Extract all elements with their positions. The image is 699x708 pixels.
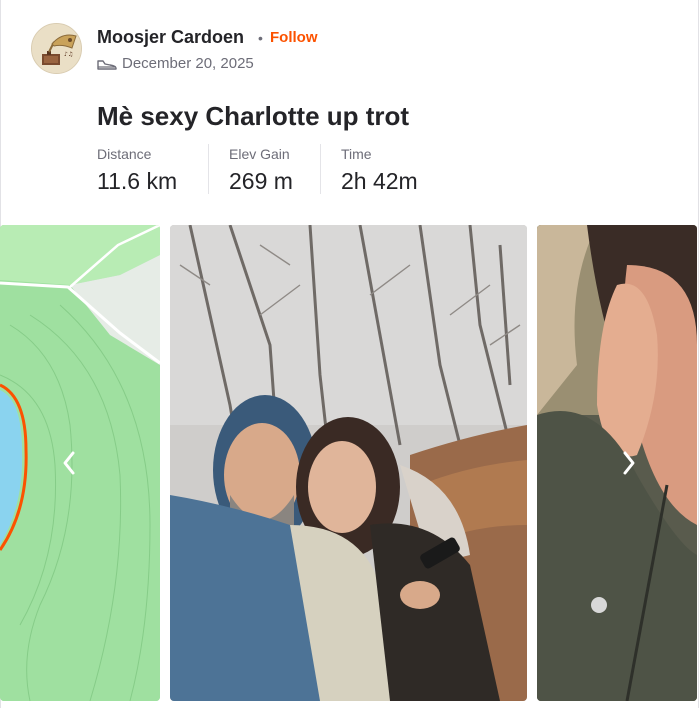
stat-label: Time: [341, 146, 372, 162]
route-map[interactable]: [0, 225, 160, 701]
stat-value: 2h 42m: [341, 168, 418, 194]
stat-value: 269 m: [229, 168, 293, 194]
stat-divider: [208, 144, 209, 194]
portrait-photo[interactable]: [537, 225, 697, 701]
activity-title[interactable]: Mè sexy Charlotte up trot: [97, 101, 409, 132]
shoe-icon: [97, 60, 117, 70]
svg-text:♪♫: ♪♫: [64, 51, 73, 58]
avatar[interactable]: ♪♫: [31, 23, 82, 74]
activity-date: December 20, 2025: [122, 55, 254, 72]
stat-distance: Distance 11.6 km: [97, 146, 177, 195]
separator-dot: •: [258, 30, 263, 46]
stat-divider: [320, 144, 321, 194]
selfie-photo[interactable]: [170, 225, 527, 701]
athlete-name[interactable]: Moosjer Cardoen: [97, 27, 244, 48]
stat-elev-gain: Elev Gain 269 m: [229, 146, 293, 195]
chevron-left-icon: [63, 451, 75, 475]
stat-value: 11.6 km: [97, 168, 178, 194]
stat-time: Time 2h 42m: [341, 146, 418, 195]
carousel-prev-button[interactable]: [54, 448, 84, 478]
stat-label: Distance: [97, 146, 152, 162]
activity-card: ♪♫ Moosjer Cardoen • Follow December 20,…: [0, 0, 699, 708]
carousel-next-button[interactable]: [614, 448, 644, 478]
stat-label: Elev Gain: [229, 146, 290, 162]
photo-graphic: [170, 225, 527, 701]
follow-button[interactable]: Follow: [270, 29, 318, 46]
chevron-right-icon: [623, 451, 635, 475]
gramophone-icon: ♪♫: [32, 24, 81, 73]
